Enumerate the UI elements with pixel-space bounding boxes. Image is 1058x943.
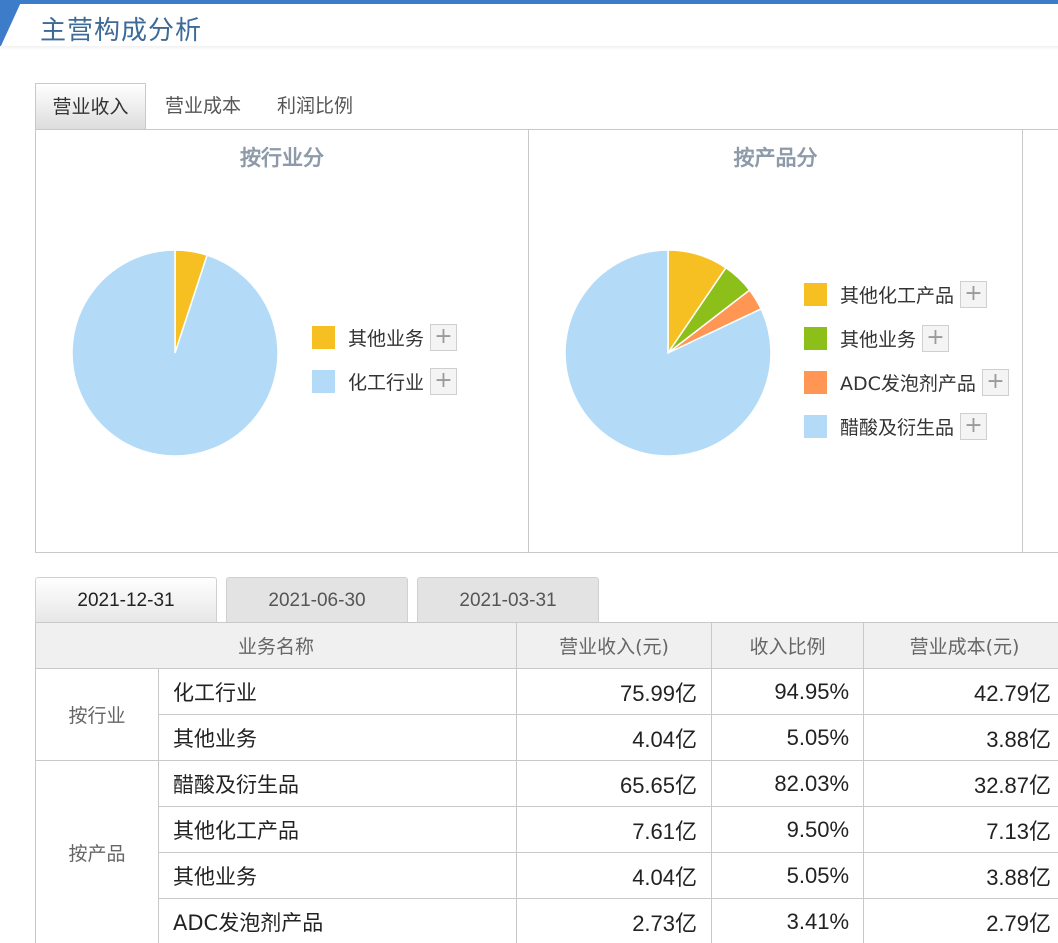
row-name: ADC发泡剂产品 bbox=[157, 898, 518, 943]
section-title: 主营构成分析 bbox=[40, 16, 203, 46]
legend-item[interactable]: 化工行业 + bbox=[312, 367, 458, 395]
row-cost: 3.88亿 bbox=[863, 714, 1058, 761]
product-chart: 按产品分 其他化工产品 + 其他业务 + ADC发泡剂产品 + 醋酸及衍生品 + bbox=[529, 130, 1023, 552]
legend-item[interactable]: 其他业务 + bbox=[312, 323, 458, 351]
tab-date-2021-03-31[interactable]: 2021-03-31 bbox=[417, 577, 599, 623]
legend-label: 其他业务 bbox=[348, 327, 425, 350]
tab-profit-ratio[interactable]: 利润比例 bbox=[260, 83, 370, 130]
row-revenue: 4.04亿 bbox=[516, 714, 713, 761]
row-ratio: 5.05% bbox=[711, 714, 865, 761]
row-cost: 32.87亿 bbox=[863, 760, 1058, 807]
group-label: 按行业 bbox=[35, 668, 159, 761]
row-revenue: 65.65亿 bbox=[516, 760, 713, 807]
header-divider bbox=[0, 46, 1058, 50]
legend-swatch bbox=[804, 326, 827, 350]
row-revenue: 7.61亿 bbox=[516, 806, 713, 853]
expand-plus-icon[interactable]: + bbox=[960, 280, 988, 308]
row-cost: 7.13亿 bbox=[863, 806, 1058, 853]
row-name: 化工行业 bbox=[157, 668, 518, 715]
header-accent-line bbox=[0, 0, 1058, 4]
expand-plus-icon[interactable]: + bbox=[430, 323, 458, 351]
section-header: 主营构成分析 bbox=[0, 0, 1058, 50]
legend-swatch bbox=[804, 414, 827, 438]
industry-chart: 按行业分 其他业务 + 化工行业 + bbox=[36, 130, 529, 552]
expand-plus-icon[interactable]: + bbox=[430, 367, 458, 395]
row-ratio: 94.95% bbox=[711, 668, 865, 715]
col-header-cost: 营业成本(元) bbox=[863, 622, 1058, 669]
row-ratio: 5.05% bbox=[711, 852, 865, 899]
row-name: 其他化工产品 bbox=[157, 806, 518, 853]
col-header-revenue: 营业收入(元) bbox=[516, 622, 713, 669]
header-accent-triangle bbox=[0, 0, 22, 48]
business-composition-table: 业务名称 营业收入(元) 收入比例 营业成本(元) 按行业 化工行业 75.99… bbox=[34, 622, 1058, 943]
metric-tabs: 营业收入 营业成本 利润比例 bbox=[35, 83, 1058, 130]
tab-date-2021-12-31[interactable]: 2021-12-31 bbox=[35, 577, 217, 623]
col-header-ratio: 收入比例 bbox=[711, 622, 865, 669]
legend-item[interactable]: 其他业务 + bbox=[804, 324, 950, 352]
legend-label: 其他业务 bbox=[840, 328, 917, 351]
row-cost: 2.79亿 bbox=[863, 898, 1058, 943]
table-row: ADC发泡剂产品 2.73亿 3.41% 2.79亿 bbox=[36, 898, 1058, 943]
tab-cost[interactable]: 营业成本 bbox=[148, 83, 258, 130]
legend-swatch bbox=[804, 282, 827, 306]
table-header-row: 业务名称 营业收入(元) 收入比例 营业成本(元) bbox=[34, 622, 1058, 669]
row-revenue: 75.99亿 bbox=[516, 668, 713, 715]
table-row: 其他化工产品 7.61亿 9.50% 7.13亿 bbox=[36, 806, 1058, 853]
legend-swatch bbox=[804, 370, 827, 394]
table-row: 其他业务 4.04亿 5.05% 3.88亿 bbox=[36, 852, 1058, 899]
legend-label: 化工行业 bbox=[348, 371, 425, 394]
legend-label: 其他化工产品 bbox=[840, 284, 955, 307]
row-name: 其他业务 bbox=[157, 714, 518, 761]
legend-swatch bbox=[312, 369, 335, 393]
row-revenue: 4.04亿 bbox=[516, 852, 713, 899]
group-label: 按产品 bbox=[35, 760, 159, 943]
col-header-name: 业务名称 bbox=[34, 622, 518, 669]
row-ratio: 3.41% bbox=[711, 898, 865, 943]
row-name: 其他业务 bbox=[157, 852, 518, 899]
row-cost: 3.88亿 bbox=[863, 852, 1058, 899]
row-ratio: 9.50% bbox=[711, 806, 865, 853]
tab-revenue[interactable]: 营业收入 bbox=[35, 83, 146, 130]
legend-item[interactable]: ADC发泡剂产品 + bbox=[804, 368, 1009, 396]
expand-plus-icon[interactable]: + bbox=[960, 412, 988, 440]
row-revenue: 2.73亿 bbox=[516, 898, 713, 943]
row-ratio: 82.03% bbox=[711, 760, 865, 807]
table-row: 其他业务 4.04亿 5.05% 3.88亿 bbox=[36, 714, 1058, 761]
legend-swatch bbox=[312, 325, 335, 349]
row-name: 醋酸及衍生品 bbox=[157, 760, 518, 807]
table-row: 按产品 醋酸及衍生品 65.65亿 82.03% 32.87亿 bbox=[35, 760, 1058, 943]
pie-slice-0-1[interactable] bbox=[71, 249, 279, 457]
expand-plus-icon[interactable]: + bbox=[922, 324, 950, 352]
tab-date-2021-06-30[interactable]: 2021-06-30 bbox=[226, 577, 408, 623]
legend-label: ADC发泡剂产品 bbox=[840, 372, 976, 395]
chart-panel: 按行业分 其他业务 + 化工行业 + 按产品分 其他化工产品 + 其他业务 + ADC发泡剂产… bbox=[35, 129, 1058, 553]
row-cost: 42.79亿 bbox=[863, 668, 1058, 715]
legend-label: 醋酸及衍生品 bbox=[840, 416, 955, 439]
legend-item[interactable]: 其他化工产品 + bbox=[804, 280, 988, 308]
legend-item[interactable]: 醋酸及衍生品 + bbox=[804, 412, 988, 440]
table-row: 按行业 化工行业 75.99亿 94.95% 42.79亿 bbox=[35, 668, 1058, 761]
expand-plus-icon[interactable]: + bbox=[981, 368, 1009, 396]
